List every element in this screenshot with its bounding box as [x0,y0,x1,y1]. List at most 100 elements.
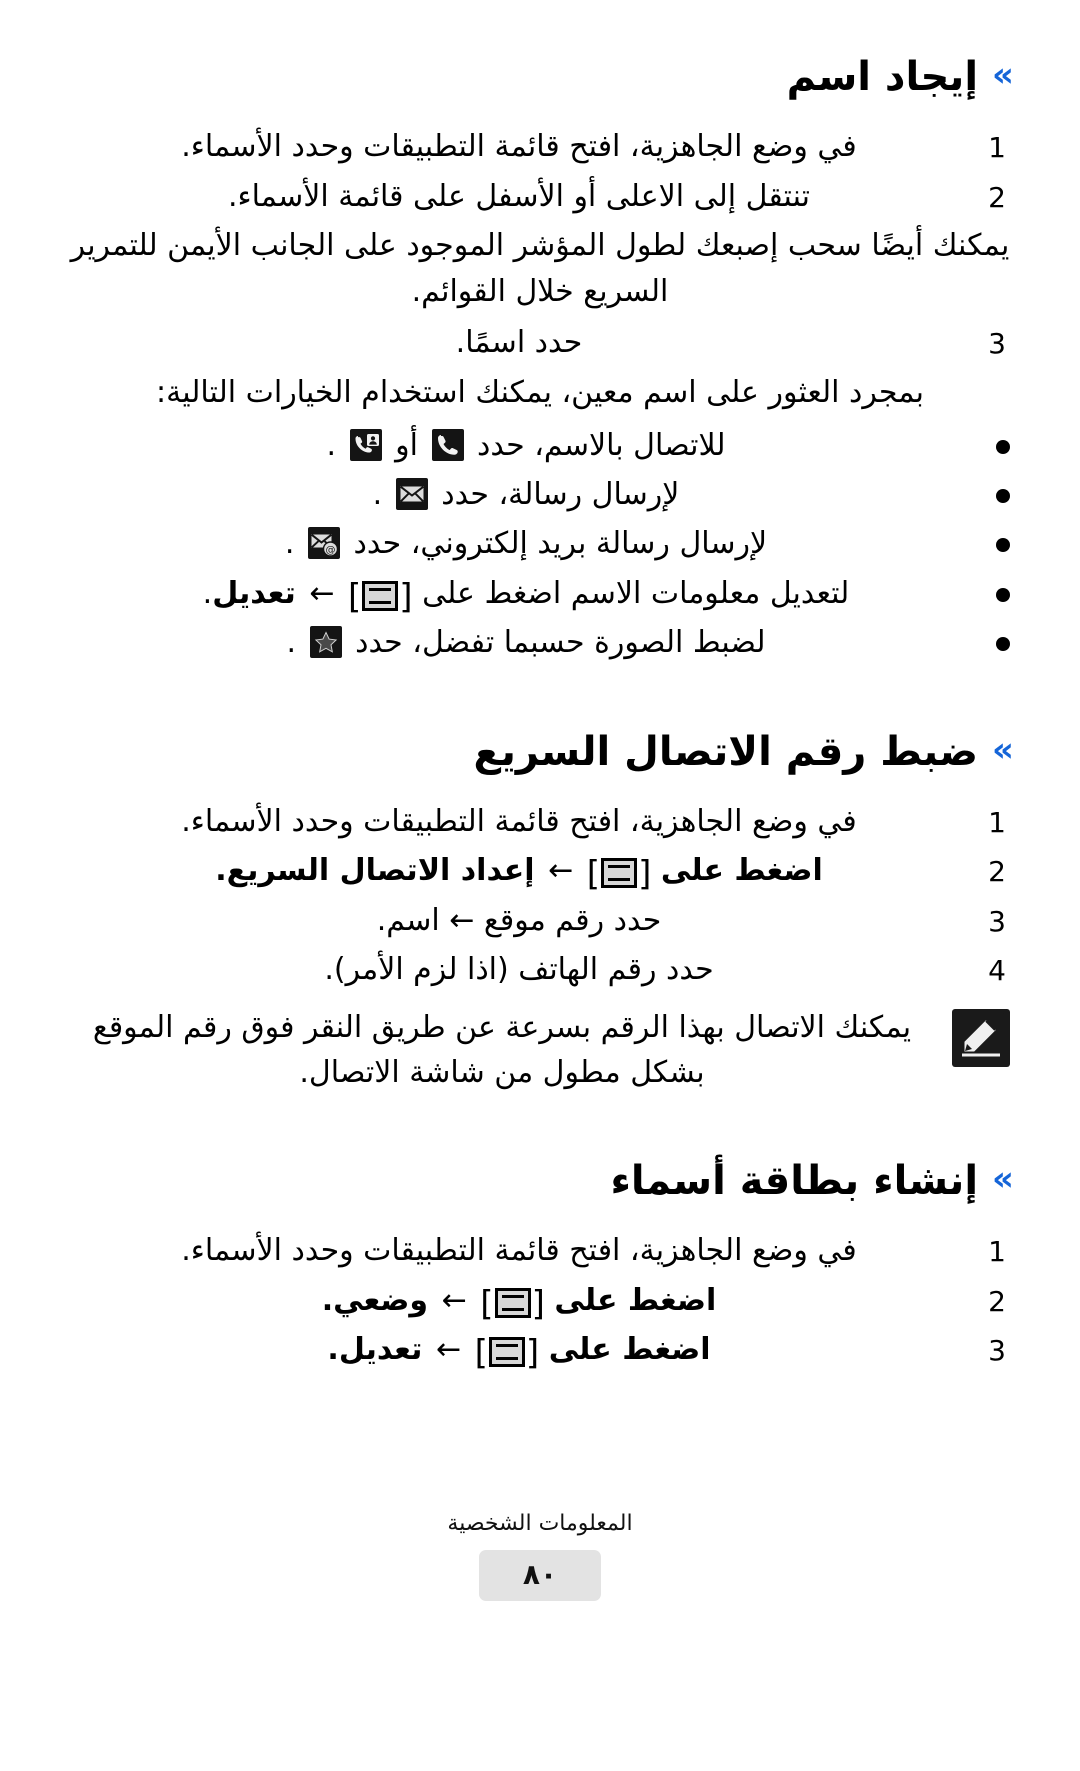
email-at-icon: @ [307,527,340,560]
list-item: لإرسال رسالة، حدد . [70,471,1010,518]
steps-list-name-card: 1 في وضع الجاهزية، افتح قائمة التطبيقات … [70,1228,1010,1373]
options-bullet-list: للاتصال بالاسم، حدد أو . لإرسال رسالة، ح… [70,422,1010,667]
page-number-badge: ٨٠ [479,1550,601,1601]
chevron-right-icon: » [992,55,1014,95]
menu-key-icon: [] [480,1283,545,1324]
step-number: 4 [988,954,1006,988]
step-number: 2 [988,180,1006,214]
section-heading-speed-dial: » ضبط رقم الاتصال السريع [70,727,1014,777]
step-text: في وضع الجاهزية، افتح قائمة التطبيقات وح… [181,1233,857,1269]
step-text: حدد رقم موقع ← اسم. [376,902,662,938]
phone-handset-icon [431,428,464,461]
section-heading-name-card: » إنشاء بطاقة أسماء [70,1156,1014,1206]
step-item: 2 تنتقل إلى الاعلى أو الأسفل على قائمة ا… [70,174,1010,220]
step-item: 1 في وضع الجاهزية، افتح قائمة التطبيقات … [70,1228,1010,1274]
bullet-text-after: . [284,526,295,562]
step-text-after: . [327,1332,339,1368]
arrow-left-icon: ← [435,1332,462,1368]
note-box: يمكنك الاتصال بهذا الرقم بسرعة عن طريق ا… [70,1005,1010,1096]
page-content: » إيجاد اسم 1 في وضع الجاهزية، افتح قائم… [70,52,1014,1377]
step-text: حدد اسمًا. [455,325,583,361]
arrow-left-icon: ← [309,575,335,611]
step-item: 2 اضغط على [] ← إعداد الاتصال السريع. [70,848,1010,894]
bullet-dot-icon [996,587,1010,602]
bullet-text-before: للاتصال بالاسم، حدد [477,427,726,463]
steps-list-find-name-cont: 3 حدد اسمًا. [70,320,1010,366]
step-text: في وضع الجاهزية، افتح قائمة التطبيقات وح… [181,803,857,839]
menu-key-icon: [] [586,854,652,895]
bullet-text: للاتصال بالاسم، حدد أو . [70,422,982,469]
step-item: 2 اضغط على [] ← وضعي. [70,1278,1010,1324]
video-contact-icon [349,428,382,461]
step-item: 3 حدد اسمًا. [70,320,1010,366]
options-intro-text: بمجرد العثور على اسم معين، يمكنك استخدام… [156,374,924,410]
step-text: في وضع الجاهزية، افتح قائمة التطبيقات وح… [181,129,857,164]
step-text: اضغط على [] ← إعداد الاتصال السريع. [70,848,968,894]
step-item: 3 حدد رقم موقع ← اسم. [70,898,1010,944]
step-continuation-text: يمكنك أيضًا سحب إصبعك لطول المؤشر الموجو… [70,228,1010,309]
step-number: 3 [988,327,1006,361]
menu-key-icon: [] [348,576,413,617]
bullet-dot-icon [996,637,1010,652]
note-pencil-icon [952,1008,1010,1067]
manual-page: » إيجاد اسم 1 في وضع الجاهزية، افتح قائم… [0,0,1080,1771]
note-text: يمكنك الاتصال بهذا الرقم بسرعة عن طريق ا… [92,1009,912,1091]
section-title: إيجاد اسم [786,54,979,100]
bullet-text: لإرسال رسالة بريد إلكتروني، حدد @ . [70,520,982,567]
bullet-text-before: لإرسال رسالة، حدد [441,476,680,512]
bullet-text-after: . [326,427,337,463]
step-number: 3 [988,904,1006,938]
svg-text:@: @ [325,545,335,556]
step-number: 1 [988,805,1006,839]
list-item: لتعديل معلومات الاسم اضغط على [] ← تعديل… [70,570,1010,617]
step-text: تنتقل إلى الاعلى أو الأسفل على قائمة الأ… [228,178,810,214]
bullet-separator: أو [395,427,418,463]
step-text-before: اضغط على [660,853,823,889]
bullet-dot-icon [996,488,1010,503]
step-item: 1 في وضع الجاهزية، افتح قائمة التطبيقات … [70,124,1010,170]
step-text-before: اضغط على [548,1332,711,1368]
bullet-text: لضبط الصورة حسبما تفضل، حدد . [70,619,982,666]
list-item: لضبط الصورة حسبما تفضل، حدد . [70,619,1010,666]
bullet-dot-icon [996,538,1010,553]
bullet-dot-icon [996,439,1010,454]
section-heading-find-name: » إيجاد اسم [70,52,1014,102]
arrow-left-icon: ← [441,1282,467,1318]
section-title: ضبط رقم الاتصال السريع [473,728,979,775]
step-text: حدد رقم الهاتف (اذا لزم الأمر). [324,952,714,988]
step-number: 1 [988,131,1006,164]
step-text: اضغط على [] ← تعديل. [70,1327,968,1373]
step-number: 3 [988,1334,1006,1368]
bullet-text-after: . [202,575,213,611]
list-item: للاتصال بالاسم، حدد أو . [70,422,1010,469]
bullet-text: لإرسال رسالة، حدد . [70,471,982,518]
step-text-after: . [321,1282,334,1318]
step-number: 1 [988,1235,1006,1269]
step-text-before: اضغط على [554,1282,717,1318]
star-icon [309,626,342,659]
page-footer: المعلومات الشخصية ٨٠ [0,1511,1080,1601]
step-text-after: . [215,853,227,889]
bullet-text-after: . [286,625,296,661]
bullet-text-before: لتعديل معلومات الاسم اضغط على [422,575,850,611]
step-number: 2 [988,1284,1006,1318]
bullet-text: لتعديل معلومات الاسم اضغط على [] ← تعديل… [70,570,982,617]
chevron-right-icon: » [992,1159,1014,1200]
section-title: إنشاء بطاقة أسماء [610,1158,979,1205]
step-bold-label: إعداد الاتصال السريع [226,853,535,889]
arrow-left-icon: ← [548,853,574,889]
step-bold-label: تعديل [338,1332,423,1368]
step-item: 1 في وضع الجاهزية، افتح قائمة التطبيقات … [70,799,1010,845]
menu-key-icon: [] [474,1333,540,1374]
step-bold-label: وضعي [333,1282,429,1318]
chevron-right-icon: » [992,729,1014,770]
list-item: لإرسال رسالة بريد إلكتروني، حدد @ . [70,520,1010,567]
step-item: 4 حدد رقم الهاتف (اذا لزم الأمر). [70,947,1010,993]
step-number: 2 [988,855,1006,889]
envelope-icon [395,477,428,510]
steps-list-find-name: 1 في وضع الجاهزية، افتح قائمة التطبيقات … [70,124,1010,219]
bullet-bold-label: تعديل [212,575,296,611]
footer-section-title: المعلومات الشخصية [447,1511,633,1536]
bullet-text-after: . [372,476,383,512]
step-item: 3 اضغط على [] ← تعديل. [70,1327,1010,1373]
